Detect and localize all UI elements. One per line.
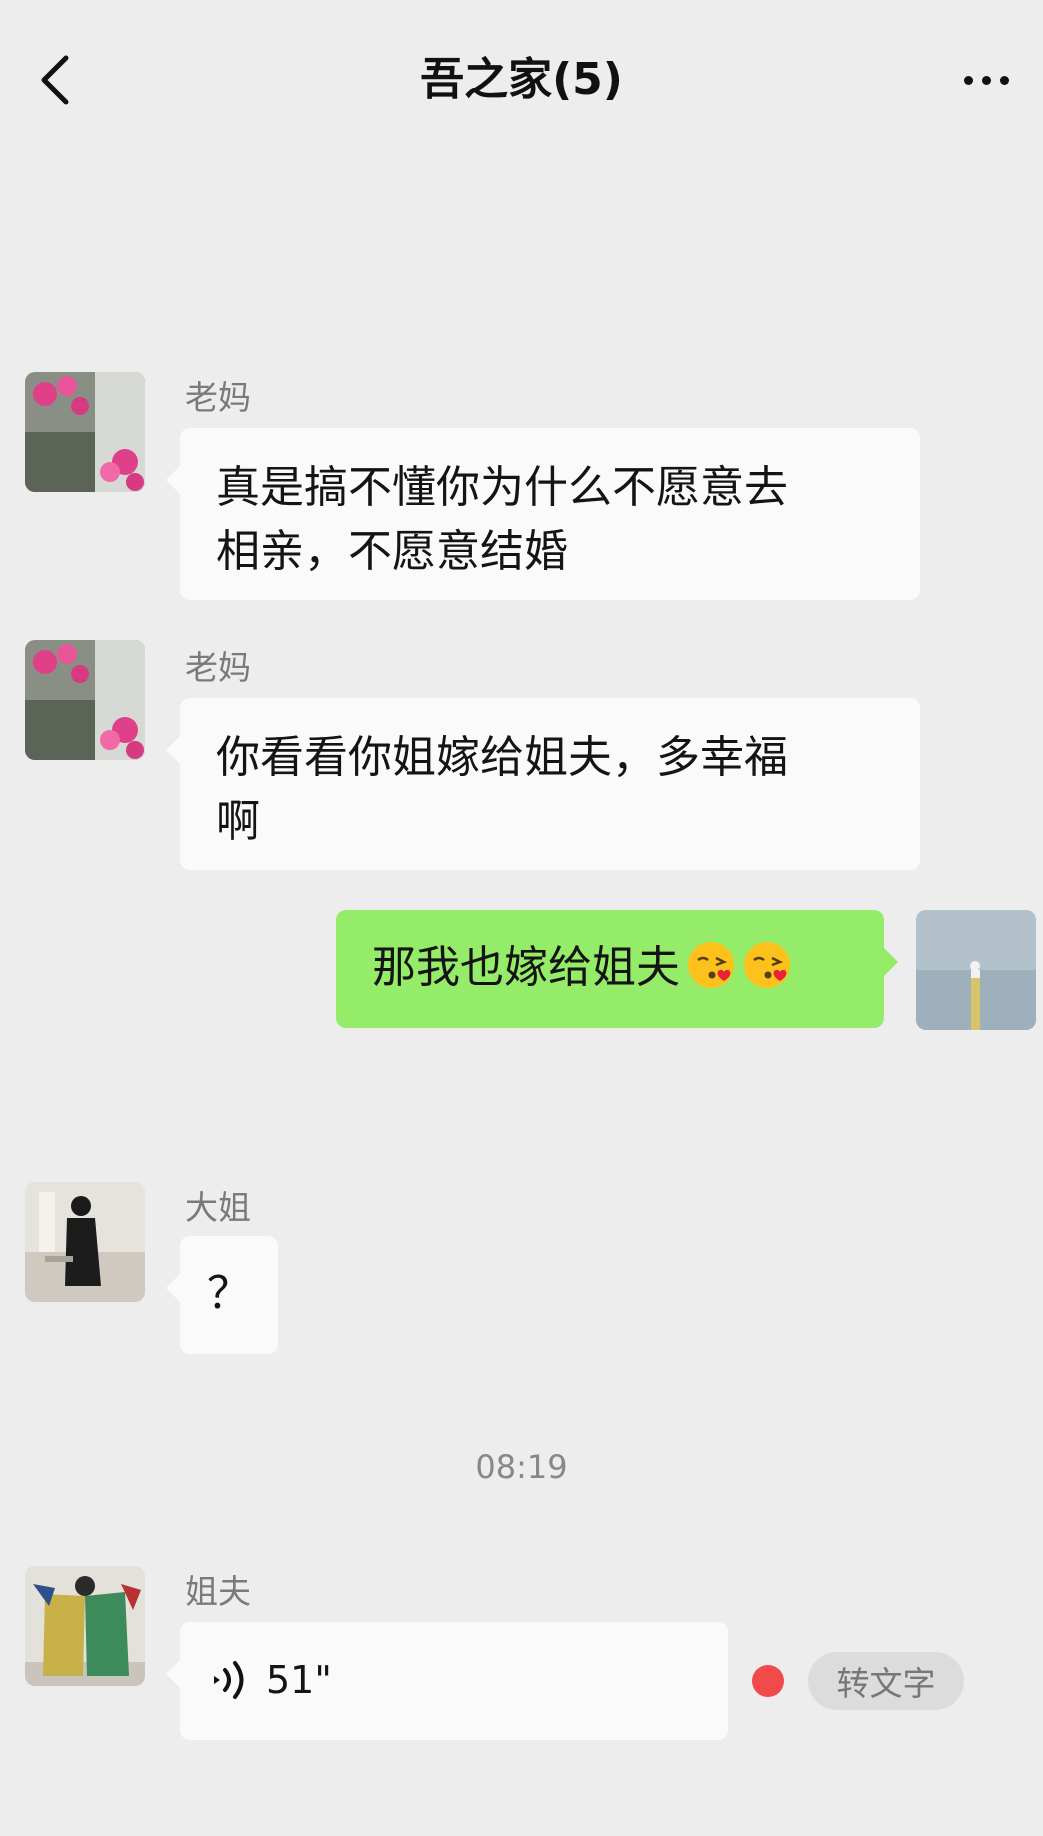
message-text: 那我也嫁给姐夫 — [372, 942, 680, 993]
message-line: 啊 — [216, 796, 260, 847]
unread-indicator — [752, 1665, 784, 1697]
sender-name: 姐夫 — [185, 1572, 251, 1611]
convert-to-text-button[interactable]: 转文字 — [808, 1652, 964, 1710]
sender-name: 大姐 — [185, 1188, 251, 1227]
message-timestamp: 08:19 — [475, 1448, 568, 1486]
message-bubble[interactable]: 你看看你姐嫁给姐夫，多幸福 啊 — [166, 698, 920, 870]
kissing-face-emoji-icon — [688, 942, 734, 988]
outgoing-message-bubble[interactable]: 那我也嫁给姐夫 — [336, 910, 898, 1028]
avatar-eldest-sister[interactable] — [25, 1182, 145, 1302]
chat-title: 吾之家(5) — [420, 54, 623, 105]
more-dot-icon — [981, 75, 991, 85]
avatar-mom[interactable] — [25, 640, 145, 760]
message-line: 相亲，不愿意结婚 — [216, 526, 568, 577]
sender-name: 老妈 — [185, 378, 251, 417]
message-text: ？ — [207, 1268, 251, 1319]
voice-message-bubble[interactable]: 51" — [166, 1622, 728, 1740]
message-bubble[interactable]: ？ — [166, 1236, 278, 1354]
message-line: 你看看你姐嫁给姐夫，多幸福 — [216, 732, 788, 783]
avatar-mom[interactable] — [25, 372, 145, 492]
voice-duration: 51" — [266, 1658, 332, 1702]
message-line: 真是搞不懂你为什么不愿意去 — [216, 462, 788, 513]
more-dot-icon — [999, 75, 1009, 85]
more-options-button[interactable] — [951, 52, 1021, 108]
avatar-brother-in-law[interactable] — [25, 1566, 145, 1686]
message-bubble[interactable]: 真是搞不懂你为什么不愿意去 相亲，不愿意结婚 — [166, 428, 920, 600]
chat-header: 吾之家(5) — [0, 0, 1043, 160]
sender-name: 老妈 — [185, 648, 251, 687]
avatar-self[interactable] — [916, 910, 1036, 1030]
kissing-face-emoji-icon — [744, 942, 790, 988]
more-dot-icon — [963, 75, 973, 85]
voice-wave-icon — [214, 1661, 244, 1699]
